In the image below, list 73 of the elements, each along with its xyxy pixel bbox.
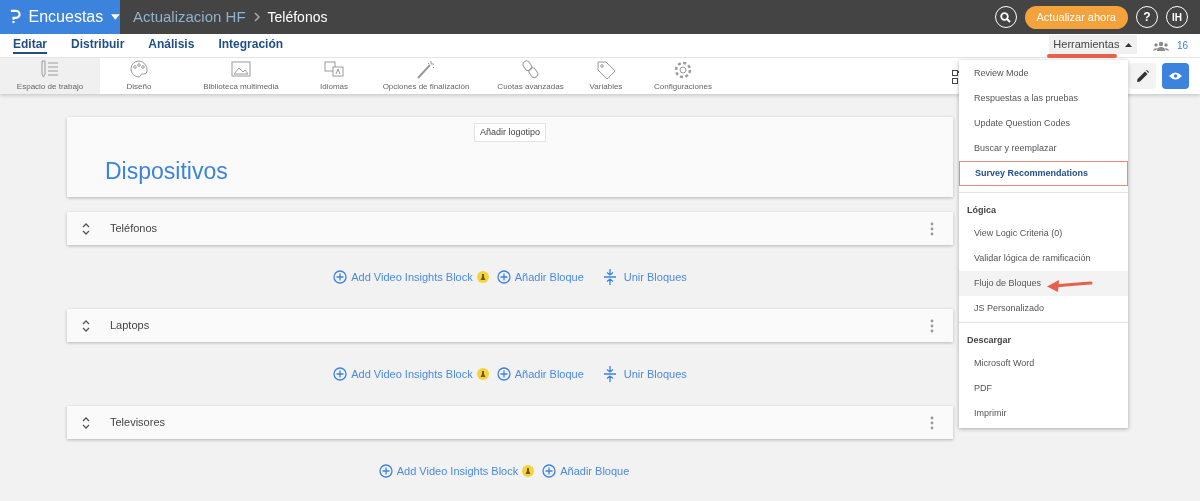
block-name: Laptops	[110, 318, 150, 334]
menu-section-header: Descargar	[966, 333, 1013, 347]
toolbar-button[interactable]: Cuotas avanzadas	[488, 58, 573, 94]
nav-tab[interactable]: Integración	[218, 37, 284, 54]
search-icon	[1000, 11, 1011, 23]
beta-flask-icon	[522, 465, 535, 477]
toolbar-button[interactable]: Idiomas	[304, 58, 364, 94]
more-options-icon[interactable]	[930, 318, 934, 333]
merge-icon	[603, 269, 616, 285]
caret-icon	[111, 14, 120, 20]
nav-tab[interactable]: Editar	[13, 37, 47, 54]
menu-item[interactable]: View Logic Criteria (0)	[959, 221, 1128, 246]
magic-wand-icon	[415, 59, 437, 79]
settings-icon	[672, 59, 694, 79]
plus-circle-icon	[333, 367, 348, 381]
preview-button[interactable]	[1162, 63, 1189, 89]
edit-button[interactable]	[1129, 63, 1156, 89]
menu-item[interactable]: Microsoft Word	[959, 351, 1128, 376]
toolbar-button[interactable]: Espacio de trabajo	[0, 58, 100, 94]
plus-circle-icon	[496, 367, 511, 381]
menu-item[interactable]: PDF	[959, 376, 1128, 401]
nav-tab[interactable]: Distribuir	[71, 37, 125, 54]
more-options-icon[interactable]	[930, 415, 934, 430]
translate-icon	[323, 59, 345, 79]
block-name: Televisores	[110, 415, 166, 431]
expand-collapse-icon[interactable]	[82, 222, 90, 235]
users-icon	[1152, 40, 1169, 51]
menu-item[interactable]: Survey Recommendations	[959, 161, 1128, 186]
brand-menu[interactable]: Encuestas	[0, 0, 120, 34]
merge-icon	[603, 366, 616, 382]
plus-circle-icon	[542, 464, 557, 478]
toolbar-button[interactable]: Variables	[573, 58, 639, 94]
brand-label: Encuestas	[28, 7, 104, 27]
beta-flask-icon	[476, 368, 489, 380]
toolbar-button[interactable]: Opciones de finalización	[364, 58, 488, 94]
eye-icon	[1169, 72, 1182, 80]
menu-item[interactable]: JS Personalizado	[959, 296, 1128, 321]
menu-item[interactable]: Validar lógica de ramificación	[959, 246, 1128, 271]
menu-item[interactable]: Imprimir	[959, 401, 1128, 426]
nav-tab[interactable]: Análisis	[148, 37, 195, 54]
menu-item[interactable]: Review Mode	[959, 61, 1128, 86]
pencil-list-icon	[39, 59, 61, 79]
block-name: Teléfonos	[110, 221, 158, 237]
breadcrumb-link[interactable]: Actualizacion HF	[133, 5, 246, 29]
menu-item[interactable]: Buscar y reemplazar	[959, 136, 1128, 161]
logo-icon	[10, 9, 21, 25]
menu-item[interactable]: Respuestas a las pruebas	[959, 86, 1128, 111]
annotation-arrow	[1047, 278, 1093, 293]
pencil-icon	[1136, 70, 1149, 82]
menu-item[interactable]: Update Question Codes	[959, 111, 1128, 136]
toolbar-button[interactable]: Diseño	[100, 58, 178, 94]
qr-icon[interactable]	[952, 70, 960, 84]
plus-circle-icon	[378, 464, 393, 478]
chevron-icon	[253, 12, 260, 22]
plus-circle-icon	[333, 270, 348, 284]
expand-collapse-icon[interactable]	[82, 319, 90, 332]
add-logo-button[interactable]: Añadir logotipo	[473, 123, 546, 142]
menu-section-header: Lógica	[966, 203, 997, 217]
image-icon	[230, 59, 252, 79]
toolbar-button[interactable]: Configuraciones	[639, 58, 727, 94]
survey-title: Dispositivos	[105, 157, 228, 186]
beta-flask-icon	[476, 271, 489, 283]
annotation-underline	[1047, 54, 1117, 58]
plus-circle-icon	[496, 270, 511, 284]
breadcrumb-current: Teléfonos	[267, 7, 328, 27]
expand-collapse-icon[interactable]	[82, 416, 90, 429]
collaborator-count: 16	[1176, 39, 1188, 53]
palette-icon	[128, 59, 150, 79]
more-options-icon[interactable]	[930, 221, 934, 236]
tools-dropdown[interactable]: Herramientas	[1048, 35, 1137, 54]
toolbar-button[interactable]: Biblioteca multimedia	[178, 58, 304, 94]
tag-icon	[595, 59, 617, 79]
menu-item[interactable]: Flujo de Bloques	[959, 271, 1128, 296]
